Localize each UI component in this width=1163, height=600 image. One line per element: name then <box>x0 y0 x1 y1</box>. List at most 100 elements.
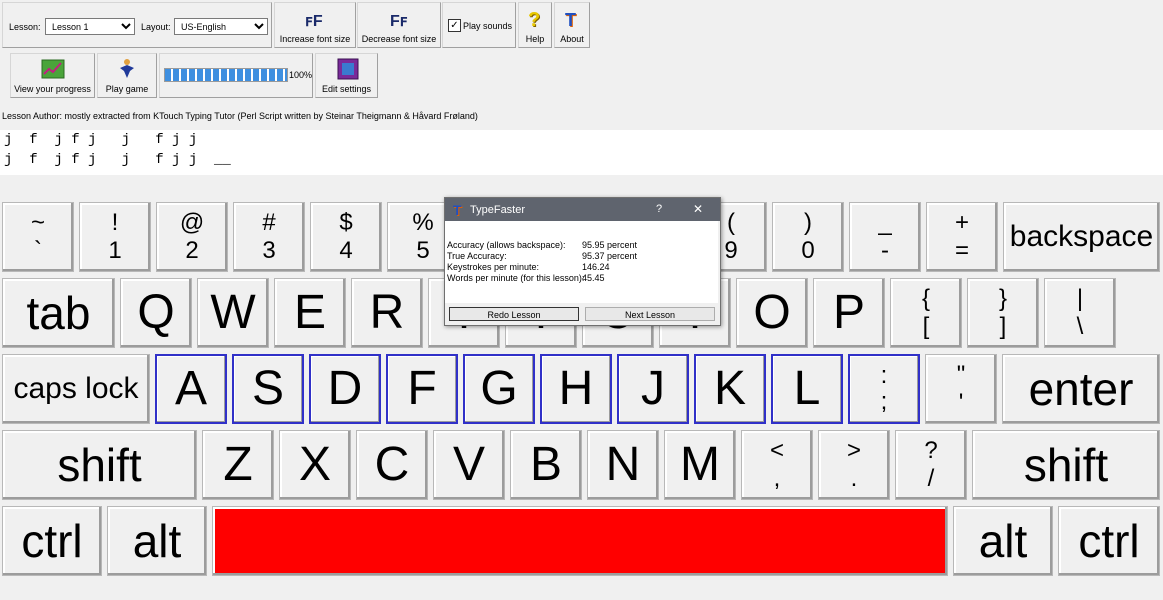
key-m[interactable]: M <box>664 430 736 500</box>
stat-value: 45.45 <box>582 273 605 283</box>
key-label: ; <box>880 388 888 415</box>
key-shift-right[interactable]: shift <box>972 430 1160 500</box>
progress-bar-fill <box>165 69 287 81</box>
key-quote[interactable]: " ' <box>925 354 997 424</box>
key-2[interactable]: @2 <box>156 202 228 272</box>
dialog-title-bar[interactable]: T TypeFaster ? ✕ <box>445 198 720 221</box>
key-e[interactable]: E <box>274 278 346 348</box>
key-d[interactable]: D <box>309 354 381 424</box>
key-label: $ <box>339 209 353 236</box>
key-j[interactable]: J <box>617 354 689 424</box>
stat-label: Words per minute (for this lesson): <box>447 273 585 283</box>
key-o[interactable]: O <box>736 278 808 348</box>
key-12[interactable]: + = <box>926 202 998 272</box>
key-s[interactable]: S <box>232 354 304 424</box>
decrease-font-button[interactable]: Fꜰ Decrease font size <box>357 2 441 48</box>
lesson-text-panel[interactable]: j f j f j j f j j j f j f j j f j j __ <box>0 130 1163 175</box>
key-tab[interactable]: tab <box>2 278 115 348</box>
key-11[interactable]: _ - <box>849 202 921 272</box>
stat-row: Words per minute (for this lesson): 45.45 <box>447 273 605 283</box>
key-label: _ <box>878 209 892 236</box>
key-label: ctrl <box>1078 515 1140 567</box>
lesson-select[interactable]: Lesson 1 <box>45 18 135 35</box>
key-sym[interactable]: }] <box>967 278 1039 348</box>
play-sounds-checkbox[interactable]: ✓ <box>448 19 461 32</box>
edit-settings-button[interactable]: Edit settings <box>315 53 378 98</box>
stat-value: 146.24 <box>582 262 610 272</box>
key-f[interactable]: F <box>386 354 458 424</box>
key-enter[interactable]: enter <box>1002 354 1160 424</box>
key-label: caps lock <box>13 372 139 405</box>
key-shift-left[interactable]: shift <box>2 430 197 500</box>
key-label: D <box>327 362 363 415</box>
view-progress-button[interactable]: View your progress <box>10 53 95 98</box>
redo-lesson-button[interactable]: Redo Lesson <box>449 307 579 321</box>
key-label: W <box>210 286 256 339</box>
key-label: 4 <box>339 237 353 264</box>
key-sym[interactable]: {[ <box>890 278 962 348</box>
key-q[interactable]: Q <box>120 278 192 348</box>
key-c[interactable]: C <box>356 430 428 500</box>
key-ctrl-right[interactable]: ctrl <box>1058 506 1160 576</box>
key-caps-lock[interactable]: caps lock <box>2 354 150 424</box>
key-10[interactable]: ) 0 <box>772 202 844 272</box>
key-label: = <box>954 237 969 264</box>
key-h[interactable]: H <box>540 354 612 424</box>
key-sym[interactable]: | \ <box>1044 278 1116 348</box>
next-lesson-button[interactable]: Next Lesson <box>585 307 715 321</box>
key-p[interactable]: P <box>813 278 885 348</box>
key-r[interactable]: R <box>351 278 423 348</box>
increase-font-button[interactable]: ꜰF Increase font size <box>274 2 356 48</box>
key-label: # <box>262 209 276 236</box>
key-label: O <box>753 286 791 339</box>
key-w[interactable]: W <box>197 278 269 348</box>
key-label: ! <box>111 209 119 236</box>
key-sym[interactable]: >. <box>818 430 890 500</box>
key-label: @ <box>179 209 205 236</box>
about-button[interactable]: T About <box>554 2 590 48</box>
key-v[interactable]: V <box>433 430 505 500</box>
key-label: > <box>846 437 861 464</box>
play-game-button[interactable]: Play game <box>97 53 157 98</box>
key-space[interactable] <box>212 506 948 576</box>
key-g[interactable]: G <box>463 354 535 424</box>
key-label: Z <box>223 438 253 491</box>
key-alt-right[interactable]: alt <box>953 506 1053 576</box>
key-sym[interactable]: ? / <box>895 430 967 500</box>
key-l[interactable]: L <box>771 354 843 424</box>
key-label: V <box>452 438 485 491</box>
key-backspace[interactable]: backspace <box>1003 202 1160 272</box>
key-label: A <box>174 362 207 415</box>
key-z[interactable]: Z <box>202 430 274 500</box>
key-label: + <box>954 209 969 236</box>
key-label: alt <box>978 515 1028 567</box>
key-k[interactable]: K <box>694 354 766 424</box>
dialog-help-button[interactable]: ? <box>656 203 662 215</box>
key-1[interactable]: ! 1 <box>79 202 151 272</box>
key-b[interactable]: B <box>510 430 582 500</box>
key-4[interactable]: $4 <box>310 202 382 272</box>
key-label: M <box>680 438 720 491</box>
key-label: X <box>298 438 331 491</box>
key-label: shift <box>1023 439 1109 491</box>
key-label: < <box>769 437 784 464</box>
key-semicolon[interactable]: :; <box>848 354 920 424</box>
key-label: P <box>832 286 865 339</box>
dialog-close-button[interactable]: ✕ <box>693 202 703 216</box>
key-n[interactable]: N <box>587 430 659 500</box>
key-label: 2 <box>185 237 199 264</box>
key-3[interactable]: #3 <box>233 202 305 272</box>
key-alt-left[interactable]: alt <box>107 506 207 576</box>
help-button[interactable]: ? Help <box>518 2 552 48</box>
layout-select[interactable]: US-English <box>174 18 268 35</box>
key-sym[interactable]: <, <box>741 430 813 500</box>
key-label: backspace <box>1009 220 1154 253</box>
help-icon: ? <box>528 9 541 31</box>
key-x[interactable]: X <box>279 430 351 500</box>
key-a[interactable]: A <box>155 354 227 424</box>
key-label: , <box>773 465 781 492</box>
key-0[interactable]: ~ ` <box>2 202 74 272</box>
stat-row: Accuracy (allows backspace): 95.95 percen… <box>447 240 637 250</box>
key-ctrl-left[interactable]: ctrl <box>2 506 102 576</box>
stat-label: True Accuracy: <box>447 251 507 261</box>
